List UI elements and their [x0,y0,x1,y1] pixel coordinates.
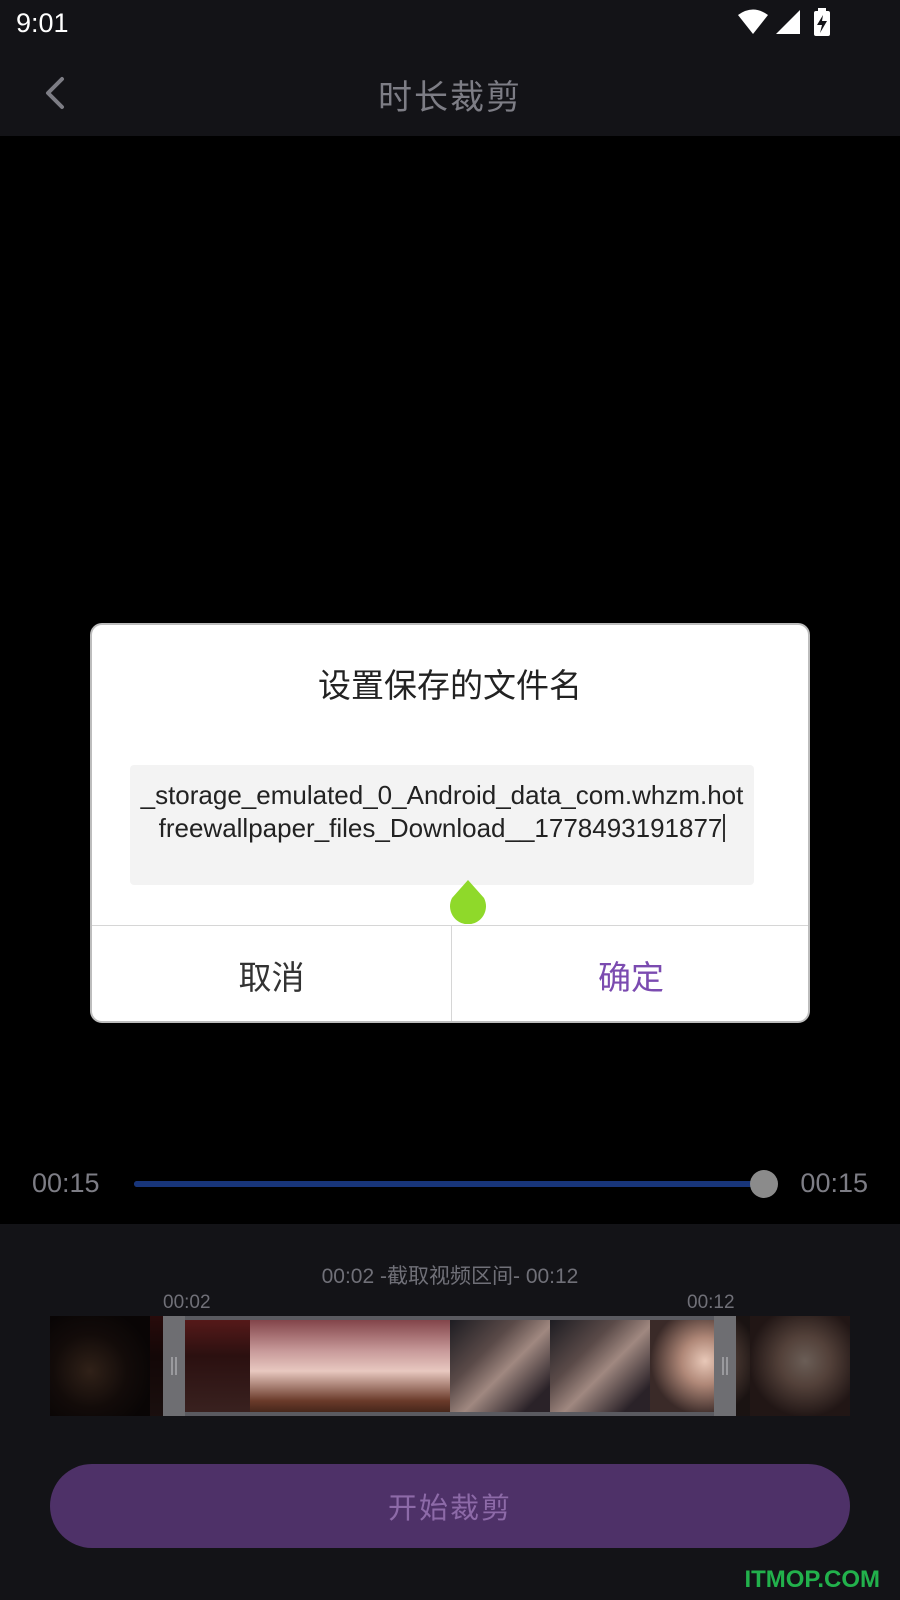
text-cursor-handle-icon[interactable] [448,880,488,924]
progress-fill [134,1181,764,1187]
status-time: 9:01 [16,8,69,38]
battery-charging-icon [814,8,830,36]
filename-value: _storage_emulated_0_Android_data_com.whz… [140,780,744,843]
watermark: ITMOP.COM [744,1566,880,1593]
page-title: 时长裁剪 [378,78,522,118]
progress-track[interactable] [134,1170,778,1198]
save-filename-dialog: 设置保存的文件名 _storage_emulated_0_Android_dat… [90,623,810,1023]
grip-icon [722,1357,728,1375]
excluded-range-left [50,1316,163,1416]
filename-input[interactable]: _storage_emulated_0_Android_data_com.whz… [130,765,754,885]
text-cursor [723,814,726,842]
trim-panel: 00:02 -截取视频区间- 00:12 00:02 00:12 开始裁剪 [0,1224,900,1600]
trim-start-handle[interactable] [163,1316,185,1416]
trim-end-handle[interactable] [714,1316,736,1416]
status-icons [738,8,830,36]
start-trim-button[interactable]: 开始裁剪 [50,1464,850,1548]
wifi-icon [738,9,768,34]
playback-progress: 00:15 00:15 [0,1160,900,1210]
app-bar: 时长裁剪 [0,50,900,136]
total-time: 00:15 [800,1168,868,1198]
signal-icon [776,10,800,34]
cancel-button[interactable]: 取消 [92,926,451,1021]
selected-range [163,1316,736,1416]
start-marker: 00:02 [163,1292,211,1313]
end-marker: 00:12 [687,1292,735,1313]
range-caption: 00:02 -截取视频区间- 00:12 [321,1265,579,1288]
status-bar: 9:01 [0,0,900,50]
dialog-title: 设置保存的文件名 [318,666,582,705]
excluded-range-right [736,1316,850,1416]
progress-thumb[interactable] [750,1170,778,1198]
current-time: 00:15 [32,1168,100,1198]
grip-icon [171,1357,177,1375]
confirm-button[interactable]: 确定 [452,926,808,1021]
